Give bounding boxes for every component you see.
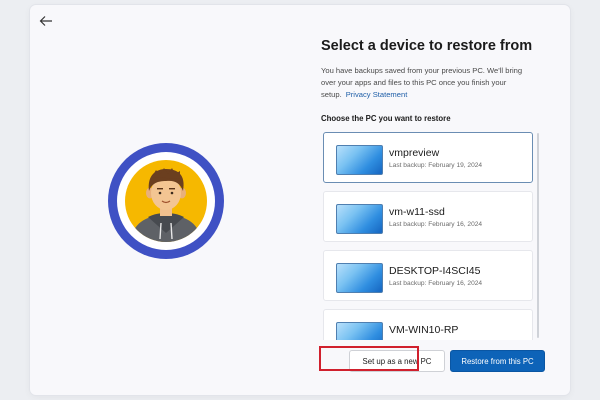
device-item-vm-win10-rp[interactable]: VM-WIN10-RP [323, 309, 533, 340]
pc-thumbnail-icon [336, 145, 383, 175]
device-list[interactable]: vmpreview Last backup: February 19, 2024… [323, 130, 535, 340]
pc-thumbnail-icon [336, 263, 383, 293]
set-up-new-pc-button[interactable]: Set up as a new PC [349, 350, 445, 372]
pc-thumbnail-icon [336, 204, 383, 234]
list-scrollbar[interactable] [537, 133, 539, 338]
restore-from-pc-button[interactable]: Restore from this PC [450, 350, 545, 372]
back-arrow-icon [39, 16, 52, 26]
restore-panel: Select a device to restore from You have… [321, 5, 561, 395]
pc-thumbnail-icon [336, 322, 383, 340]
device-item-vmpreview[interactable]: vmpreview Last backup: February 19, 2024 [323, 132, 533, 183]
page-title: Select a device to restore from [321, 38, 533, 54]
device-last-backup: Last backup: February 16, 2024 [389, 221, 483, 228]
device-item-vm-w11-ssd[interactable]: vm-w11-ssd Last backup: February 16, 202… [323, 191, 533, 242]
device-last-backup: Last backup: February 19, 2024 [389, 162, 483, 169]
privacy-statement-link[interactable]: Privacy Statement [346, 90, 408, 99]
device-last-backup: Last backup: February 16, 2024 [389, 280, 483, 287]
device-name: DESKTOP-I4SCI45 [389, 265, 481, 277]
device-name: vm-w11-ssd [389, 206, 445, 218]
setup-window: Select a device to restore from You have… [30, 5, 570, 395]
user-avatar-icon [108, 143, 224, 259]
page-description: You have backups saved from your previou… [321, 65, 536, 101]
device-name: VM-WIN10-RP [389, 324, 459, 336]
user-avatar [108, 143, 224, 259]
device-name: vmpreview [389, 147, 440, 159]
list-heading: Choose the PC you want to restore [321, 114, 451, 123]
back-button[interactable] [37, 13, 55, 29]
device-item-desktop-i4sci45[interactable]: DESKTOP-I4SCI45 Last backup: February 16… [323, 250, 533, 301]
